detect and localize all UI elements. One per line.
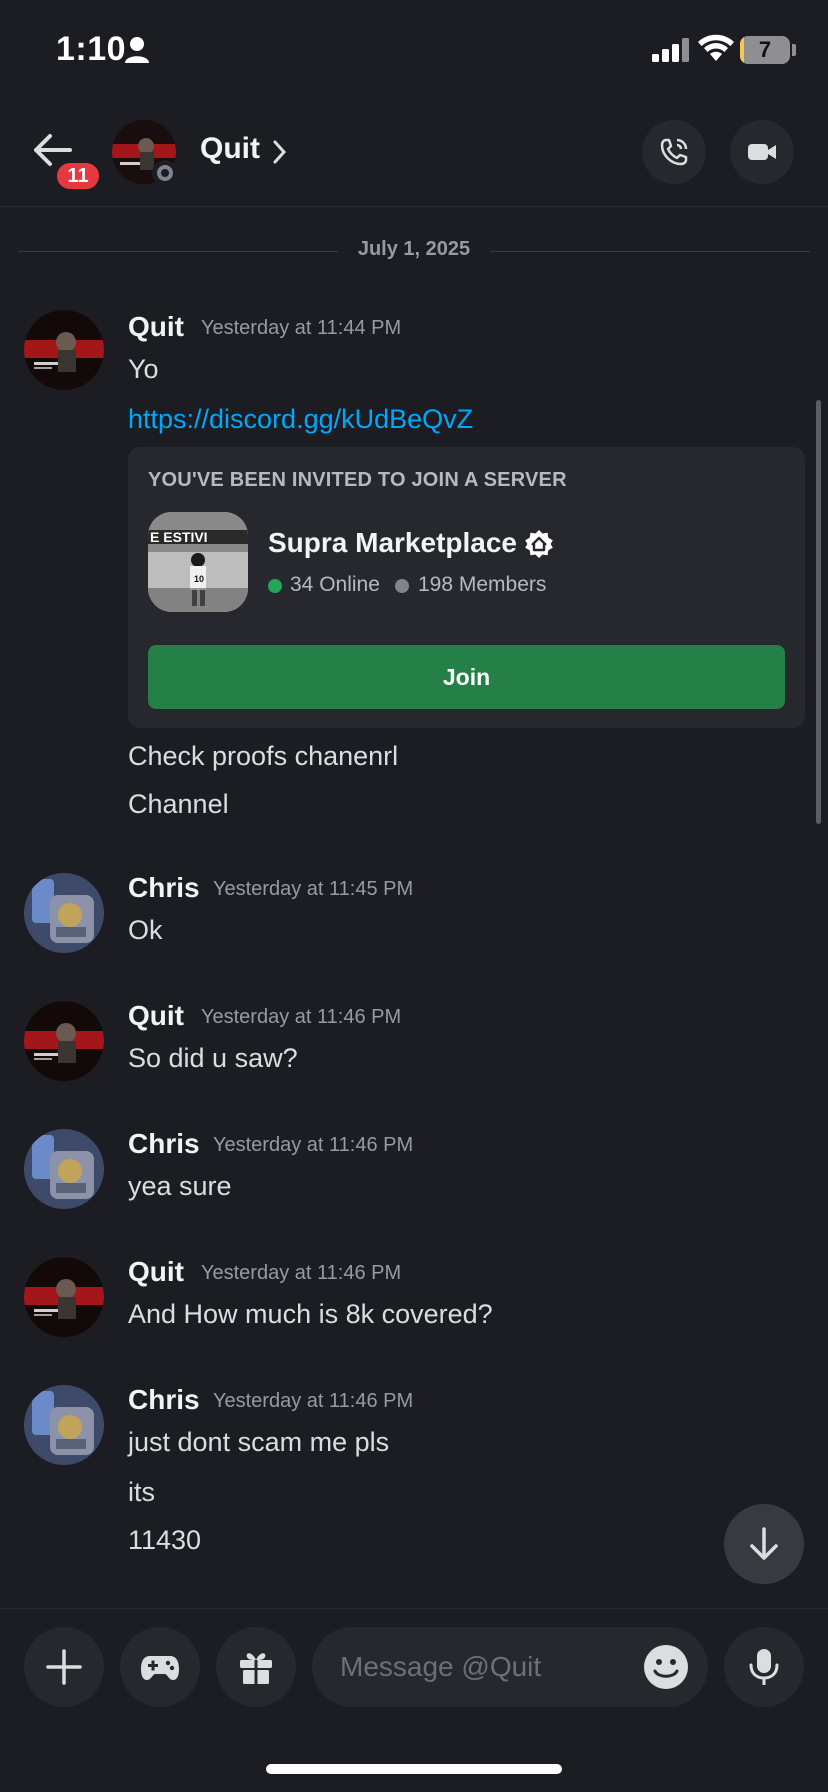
video-camera-icon [748,144,776,160]
message-author[interactable]: Chris [128,1128,200,1160]
divider-line-left [18,251,338,252]
message-text: just dont scam me pls [128,1427,390,1457]
date-divider-label: July 1, 2025 [357,238,471,260]
jump-to-present-button[interactable] [724,1504,804,1584]
chris-avatar[interactable] [24,1129,104,1209]
divider-line-right [490,251,810,252]
microphone-icon [749,1649,779,1685]
dm-title[interactable]: Quit [200,132,260,166]
battery-indicator: 7 [740,36,790,64]
quit-avatar-image [24,1001,104,1081]
attach-button[interactable] [24,1627,104,1707]
message-timestamp: Yesterday at 11:46 PM [213,1134,414,1156]
voice-call-button[interactable] [642,120,706,184]
server-name: Supra Marketplace [268,527,517,558]
message-author[interactable]: Quit [128,1256,184,1288]
unread-badge: 11 [54,160,102,192]
message-author[interactable]: Chris [128,872,200,904]
chris-avatar-image [24,873,104,953]
person-icon [125,37,149,63]
message-text: And How much is 8k covered? [128,1299,493,1329]
message-text: 11430 [128,1525,202,1555]
date-divider: July 1, 2025 [18,236,810,266]
online-count: 34 Online [290,573,380,596]
status-bar: 1:10 7 [0,0,828,100]
cellular-signal-icon [652,38,689,62]
message-timestamp: Yesterday at 11:45 PM [213,878,414,900]
emoji-icon[interactable] [642,1643,690,1691]
server-icon[interactable]: E ESTIVI 10 [148,512,248,612]
message-text: yea sure [128,1171,232,1201]
message-text: Yo [128,354,159,384]
message-text: Check proofs chanenrl [128,741,399,771]
invite-heading: YOU'VE BEEN INVITED TO JOIN A SERVER [148,469,567,491]
member-count: 198 Members [418,573,547,596]
video-call-button[interactable] [730,120,794,184]
plus-icon [46,1649,82,1685]
status-time: 1:10 [56,30,127,68]
quit-avatar[interactable] [24,310,104,390]
message-text: So did u saw? [128,1043,298,1073]
dm-screen: 1:10 7 11 Quit July 1, 2025 Quit Yesterd… [0,0,828,1792]
voice-message-button[interactable] [724,1627,804,1707]
chris-avatar[interactable] [24,873,104,953]
message-timestamp: Yesterday at 11:44 PM [201,317,402,339]
dm-header: 11 Quit [0,100,828,207]
chat-scrollbar[interactable] [816,400,821,824]
message-author[interactable]: Chris [128,1384,200,1416]
server-invite-card: YOU'VE BEEN INVITED TO JOIN A SERVER E E… [128,447,805,728]
battery-nub [792,44,796,56]
online-status-dot [268,579,282,593]
svg-text:E ESTIVI: E ESTIVI [150,529,208,545]
chevron-right-icon[interactable] [272,138,288,166]
offline-status-icon [152,160,178,186]
message-input[interactable] [340,1627,640,1707]
chris-avatar[interactable] [24,1385,104,1465]
join-server-button[interactable]: Join [148,645,785,709]
invite-link[interactable]: https://discord.gg/kUdBeQvZ [128,404,473,435]
members-status-dot [395,579,409,593]
message-timestamp: Yesterday at 11:46 PM [213,1390,414,1412]
message-input-container[interactable] [312,1627,708,1707]
battery-level: 7 [758,37,772,62]
svg-text:10: 10 [194,574,204,584]
gift-icon [240,1653,272,1684]
quit-avatar[interactable] [24,1001,104,1081]
activities-button[interactable] [120,1627,200,1707]
message-author[interactable]: Quit [128,311,184,343]
home-indicator[interactable] [266,1764,562,1774]
gift-button[interactable] [216,1627,296,1707]
server-icon-image: E ESTIVI 10 [148,512,248,612]
verified-server-icon [525,530,553,558]
phone-call-icon [660,138,688,166]
wifi-icon [698,34,734,61]
chris-avatar-image [24,1129,104,1209]
quit-avatar-image [24,310,104,390]
gamepad-icon [141,1656,179,1680]
message-text: Ok [128,915,163,945]
message-author[interactable]: Quit [128,1000,184,1032]
chris-avatar-image [24,1385,104,1465]
message-timestamp: Yesterday at 11:46 PM [201,1262,402,1284]
message-text: Channel [128,789,229,819]
message-text: its [128,1477,155,1507]
quit-avatar-image [24,1257,104,1337]
quit-avatar[interactable] [24,1257,104,1337]
arrow-down-icon [750,1527,778,1560]
message-timestamp: Yesterday at 11:46 PM [201,1006,402,1028]
